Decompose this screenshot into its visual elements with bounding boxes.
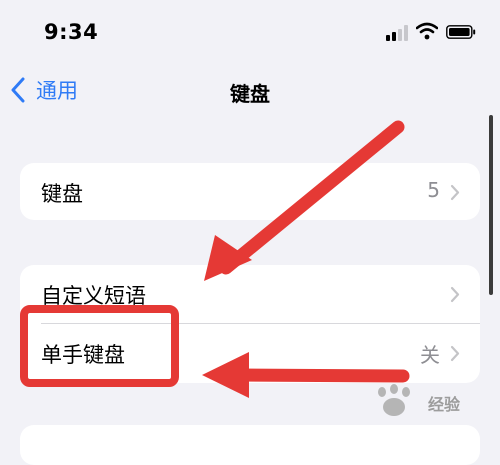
scroll-indicator[interactable]: [489, 115, 493, 295]
navigation-bar: 通用 键盘: [0, 68, 500, 112]
battery-icon: [446, 25, 476, 39]
chevron-right-icon: [450, 345, 460, 362]
next-group: [20, 425, 480, 465]
highlight-box: [20, 305, 179, 387]
watermark-text: 经验: [428, 395, 461, 414]
watermark: 经验: [368, 383, 483, 423]
chevron-right-icon: [450, 184, 460, 201]
keyboards-row[interactable]: 键盘 5: [20, 163, 480, 220]
keyboards-label: 键盘: [41, 182, 83, 206]
wifi-icon: [416, 22, 438, 40]
cellular-signal-icon: [386, 25, 408, 41]
one-handed-keyboard-value: 关: [420, 343, 440, 367]
keyboards-count: 5: [427, 178, 440, 202]
page-title: 键盘: [230, 82, 270, 106]
keyboards-group: 键盘 5: [20, 163, 480, 220]
paw-logo-icon: [378, 384, 410, 416]
status-time: 9:34: [44, 20, 99, 44]
chevron-right-icon: [450, 286, 460, 303]
status-bar: 9:34: [0, 0, 500, 60]
